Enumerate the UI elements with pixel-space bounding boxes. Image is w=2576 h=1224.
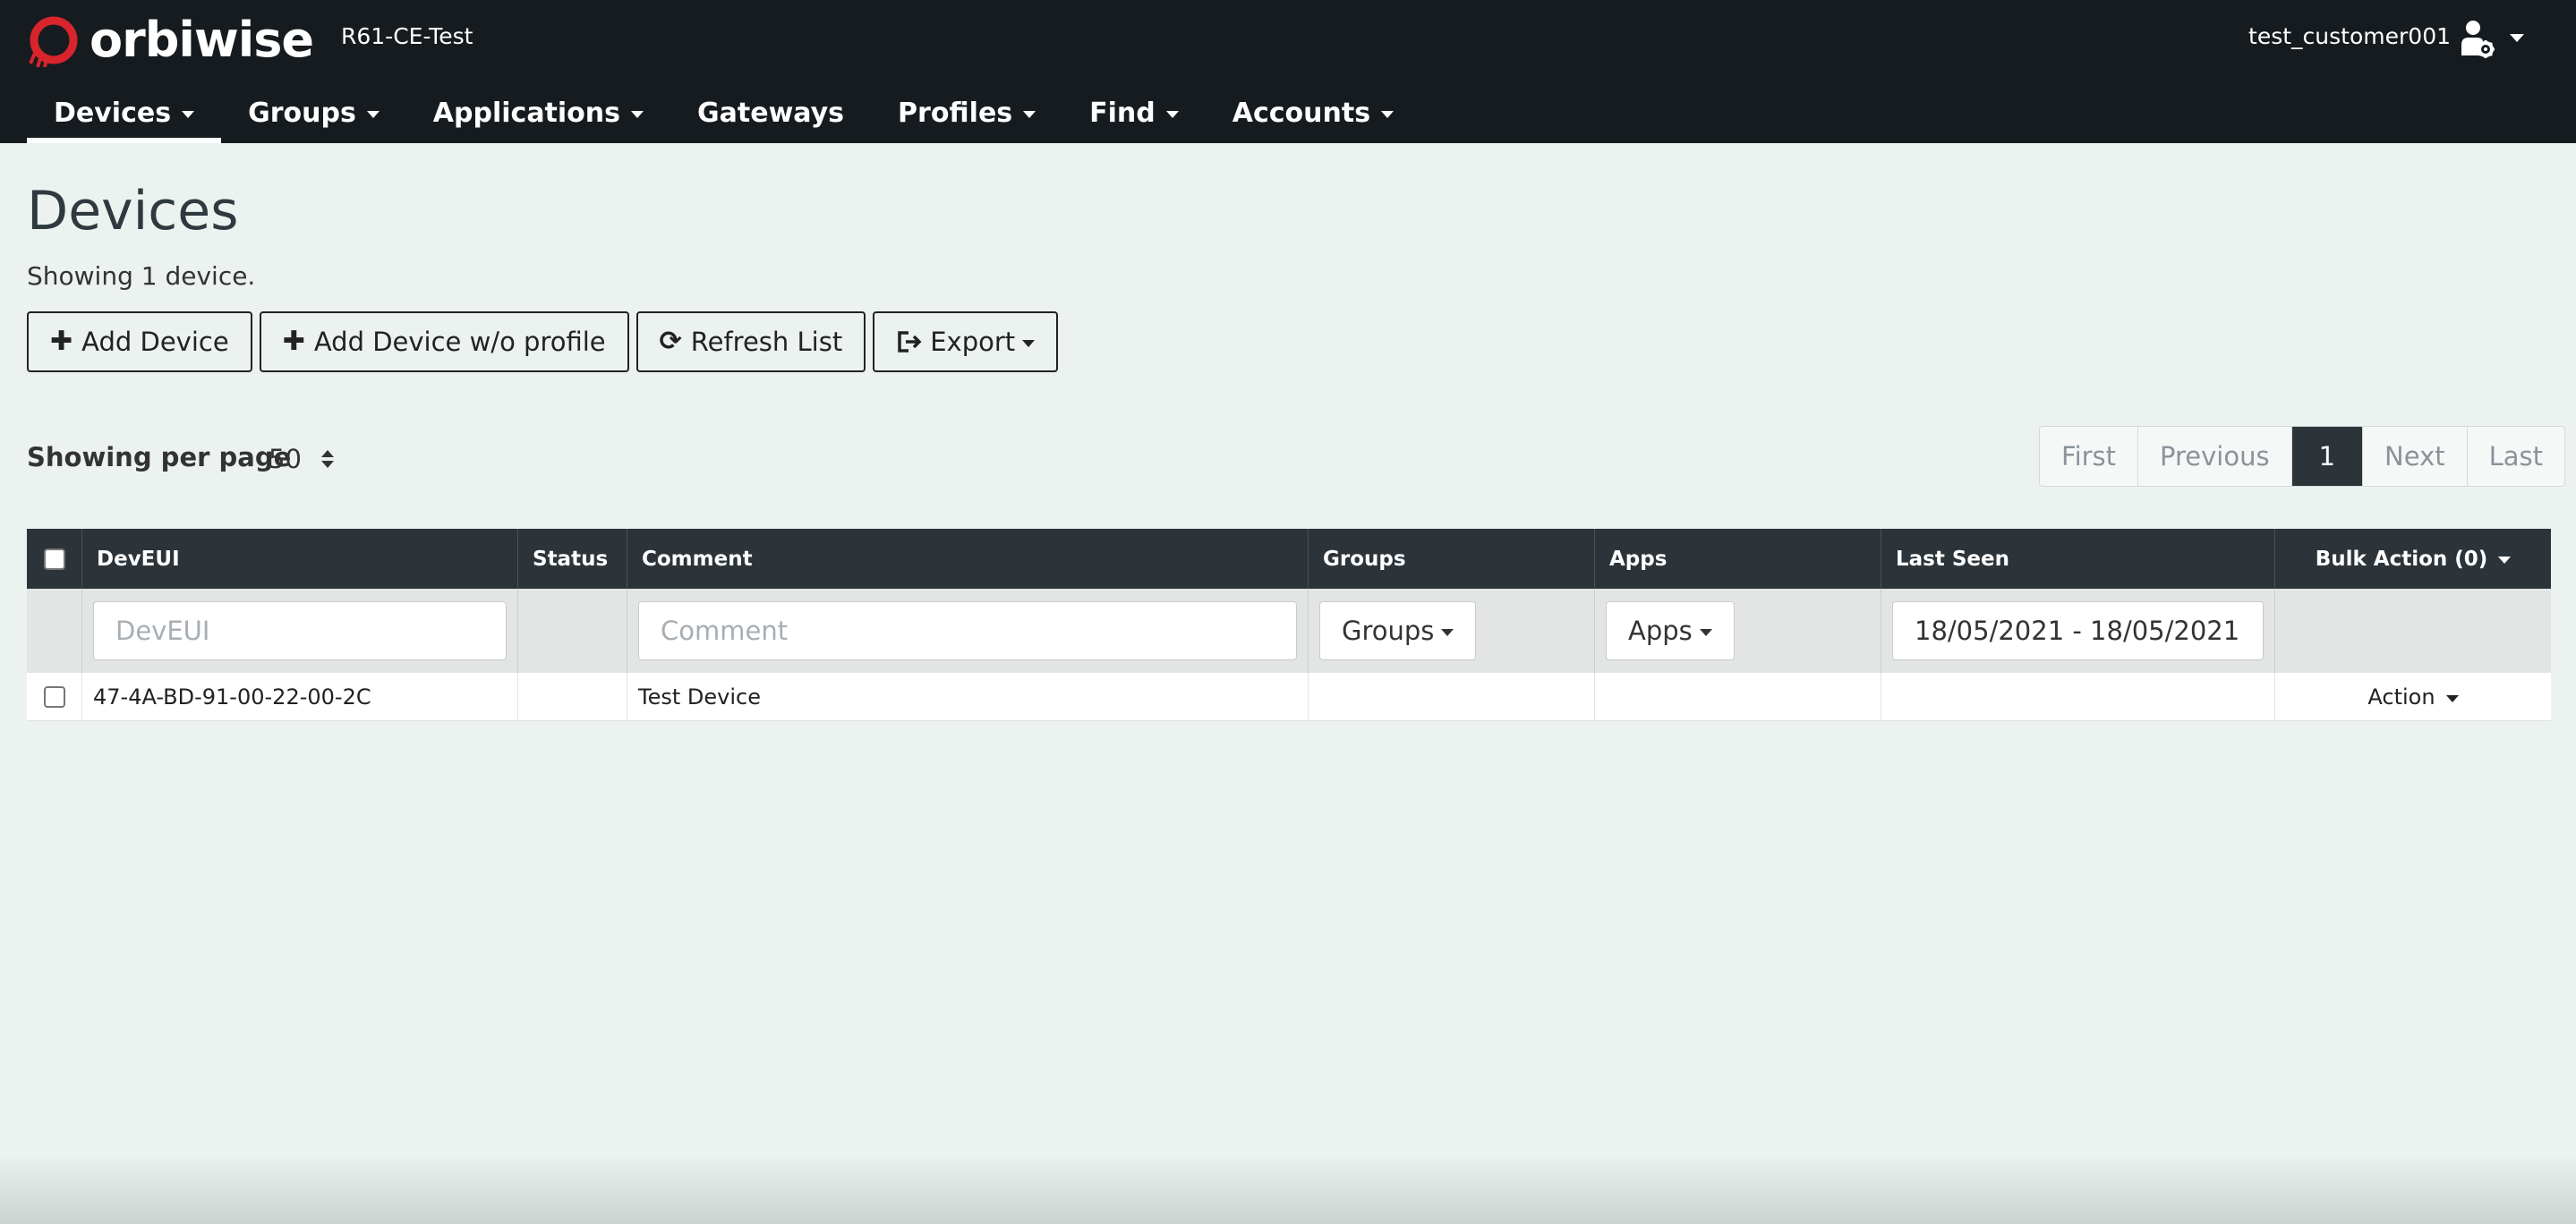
nav-profiles-label: Profiles: [898, 97, 1013, 129]
groups-filter-label: Groups: [1342, 616, 1435, 646]
chevron-down-icon: [1699, 629, 1712, 636]
pagination-last[interactable]: Last: [2468, 427, 2564, 486]
filter-comment-cell: [627, 589, 1309, 673]
bottom-shadow: [0, 1154, 2576, 1224]
apps-filter-label: Apps: [1628, 616, 1693, 646]
nav-profiles[interactable]: Profiles: [871, 82, 1062, 143]
export-label: Export: [930, 327, 1016, 357]
nav-groups[interactable]: Groups: [221, 82, 406, 143]
plus-icon: ✚: [50, 326, 73, 357]
toolbar: ✚ Add Device ✚ Add Device w/o profile ⟳ …: [27, 311, 1059, 372]
bulk-action-label: Bulk Action (0): [2315, 547, 2488, 571]
nav-applications-label: Applications: [432, 97, 621, 129]
filter-last-seen-cell: [1881, 589, 2275, 673]
filter-status-cell: [518, 589, 627, 673]
chevron-down-icon: [1022, 340, 1036, 347]
add-device-label: Add Device: [81, 327, 229, 357]
nav-accounts-label: Accounts: [1232, 97, 1371, 129]
filter-empty-cell: [27, 589, 82, 673]
nav-gateways-label: Gateways: [697, 97, 845, 129]
cell-apps: [1595, 673, 1881, 721]
top-navbar: orbiwise R61-CE-Test test_customer001 De…: [0, 0, 2576, 143]
user-menu-chevron-down-icon[interactable]: [2510, 34, 2524, 42]
filter-deveui-cell: [82, 589, 518, 673]
nav-find[interactable]: Find: [1062, 82, 1206, 143]
nav-gateways[interactable]: Gateways: [670, 82, 871, 143]
devices-table: DevEUI Status Comment Groups Apps Last S…: [27, 529, 2551, 721]
pagination-next[interactable]: Next: [2363, 427, 2468, 486]
nav-groups-label: Groups: [248, 97, 356, 129]
cell-deveui[interactable]: 47-4A-BD-91-00-22-00-2C: [82, 673, 518, 721]
per-page-select[interactable]: 50: [269, 440, 334, 478]
main-nav: Devices Groups Applications Gateways Pro…: [27, 82, 1420, 143]
apps-filter-dropdown[interactable]: Apps: [1606, 601, 1735, 660]
cell-groups: [1309, 673, 1595, 721]
chevron-down-icon: [1023, 111, 1036, 118]
header-apps[interactable]: Apps: [1595, 529, 1881, 589]
header-deveui[interactable]: DevEUI: [82, 529, 518, 589]
user-name[interactable]: test_customer001: [2248, 23, 2451, 50]
nav-accounts[interactable]: Accounts: [1206, 82, 1420, 143]
header-groups[interactable]: Groups: [1309, 529, 1595, 589]
table-row[interactable]: 47-4A-BD-91-00-22-00-2C Test Device Acti…: [27, 673, 2551, 721]
filter-row: Groups Apps: [27, 589, 2551, 673]
pagination-current-page[interactable]: 1: [2291, 427, 2364, 486]
plus-icon: ✚: [282, 326, 305, 357]
sort-arrows-icon: [320, 450, 334, 468]
nav-devices[interactable]: Devices: [27, 82, 222, 143]
comment-filter-input[interactable]: [638, 601, 1297, 660]
filter-apps-cell: Apps: [1595, 589, 1881, 673]
chevron-down-icon: [2445, 694, 2459, 702]
date-range-input[interactable]: [1892, 601, 2264, 660]
chevron-down-icon: [631, 111, 644, 118]
row-action-dropdown[interactable]: Action: [2275, 673, 2551, 721]
deveui-filter-input[interactable]: [93, 601, 507, 660]
header-select-all-cell: [27, 529, 82, 589]
refresh-list-label: Refresh List: [690, 327, 843, 357]
header-comment[interactable]: Comment: [627, 529, 1309, 589]
per-page-value: 50: [269, 444, 302, 474]
add-device-without-profile-button[interactable]: ✚ Add Device w/o profile: [259, 311, 629, 372]
nav-applications[interactable]: Applications: [406, 82, 670, 143]
pagination: First Previous 1 Next Last: [2039, 426, 2566, 487]
nav-find-label: Find: [1089, 97, 1156, 129]
groups-filter-dropdown[interactable]: Groups: [1319, 601, 1477, 660]
chevron-down-icon: [2498, 557, 2512, 564]
pagination-previous[interactable]: Previous: [2138, 427, 2292, 486]
chevron-down-icon: [182, 111, 195, 118]
orbiwise-logo-icon: [29, 16, 78, 67]
chevron-down-icon: [1381, 111, 1395, 118]
export-icon: [898, 331, 922, 353]
environment-name: R61-CE-Test: [341, 23, 473, 49]
row-action-label: Action: [2367, 684, 2435, 710]
cell-comment: Test Device: [627, 673, 1309, 721]
row-checkbox[interactable]: [43, 686, 65, 708]
select-all-checkbox[interactable]: [43, 548, 65, 570]
chevron-down-icon: [366, 111, 380, 118]
brand-logo[interactable]: orbiwise: [27, 11, 314, 70]
table-header: DevEUI Status Comment Groups Apps Last S…: [27, 529, 2551, 589]
brand-name: orbiwise: [90, 12, 314, 68]
page-title: Devices: [27, 180, 239, 242]
chevron-down-icon: [1165, 111, 1179, 118]
refresh-icon: ⟳: [659, 326, 682, 357]
add-device-without-profile-label: Add Device w/o profile: [313, 327, 606, 357]
filter-groups-cell: Groups: [1309, 589, 1595, 673]
nav-devices-label: Devices: [54, 97, 172, 129]
cell-status: [518, 673, 627, 721]
bulk-action-dropdown[interactable]: Bulk Action (0): [2275, 529, 2551, 589]
row-select-cell: [27, 673, 82, 721]
add-device-button[interactable]: ✚ Add Device: [27, 311, 252, 372]
filter-action-cell: [2275, 589, 2551, 673]
export-button[interactable]: Export: [873, 311, 1059, 372]
refresh-list-button[interactable]: ⟳ Refresh List: [635, 311, 866, 372]
per-page-label: Showing per page: [27, 442, 292, 472]
pagination-first[interactable]: First: [2040, 427, 2139, 486]
user-gear-icon[interactable]: [2460, 20, 2495, 59]
header-last-seen[interactable]: Last Seen: [1881, 529, 2275, 589]
device-count-text: Showing 1 device.: [27, 261, 256, 291]
chevron-down-icon: [1441, 629, 1454, 636]
cell-last-seen: [1881, 673, 2275, 721]
header-status[interactable]: Status: [518, 529, 627, 589]
